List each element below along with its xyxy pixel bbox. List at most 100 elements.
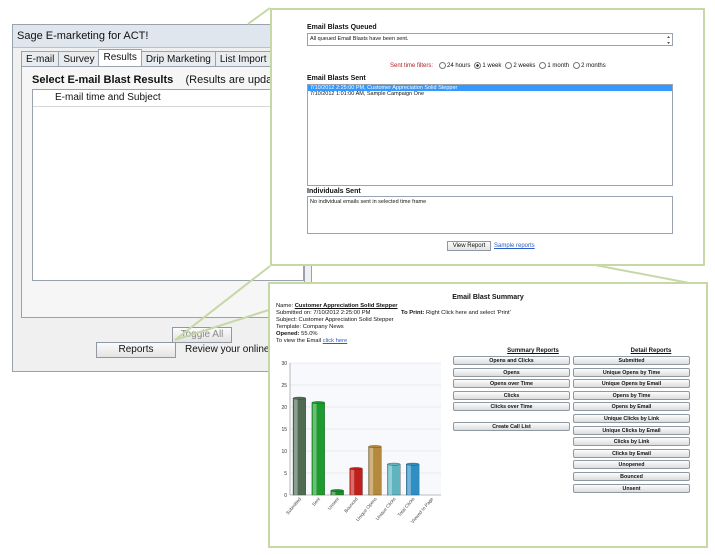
x-tick-label: Submitted — [285, 496, 302, 515]
filter-1-month[interactable]: 1 month — [539, 62, 569, 69]
bar-highlight — [369, 446, 374, 495]
summary-opens-over-time-button[interactable]: Opens over Time — [453, 379, 570, 389]
bar-top — [311, 401, 325, 404]
y-tick-label: 0 — [284, 493, 287, 499]
detail-unique-clicks-by-email-button[interactable]: Unique Clicks by Email — [573, 425, 690, 435]
y-tick-label: 20 — [281, 405, 287, 411]
results-pane: Select E-mail Blast Results (Results are… — [21, 66, 333, 343]
radio-1-week[interactable] — [474, 62, 482, 69]
y-tick-label: 5 — [284, 471, 287, 477]
x-tick-label: Sent — [311, 496, 321, 507]
bar-highlight — [388, 464, 392, 495]
detail-unique-clicks-by-link-button[interactable]: Unique Clicks by Link — [573, 414, 690, 423]
filter-1-week[interactable]: 1 week — [474, 62, 501, 69]
connector-line — [247, 7, 271, 25]
print-label: To Print: — [401, 310, 425, 316]
blast-summary-panel: Email Blast Summary Name: Customer Appre… — [268, 282, 708, 548]
view-email-text: To view the Email — [276, 338, 322, 344]
summary-bar-chart: 0 5 10 15 20 25 30 Submitted Sent Unsent Bounced Un… — [281, 361, 441, 524]
x-tick-label: Bounced — [343, 496, 359, 513]
name-label: Name: — [276, 303, 294, 309]
detail-opens-by-time-button[interactable]: Opens by Time — [573, 390, 690, 400]
sent-list[interactable]: 7/10/2012 2:25:00 PM, Customer Appreciat… — [307, 84, 673, 186]
results-list[interactable]: E-mail time and Subject — [32, 89, 304, 281]
radio-24-hours[interactable] — [439, 62, 447, 69]
view-email-link[interactable]: click here — [323, 338, 347, 344]
filter-2-months[interactable]: 2 months — [573, 62, 606, 69]
detail-unopened-button[interactable]: Unopened — [573, 460, 690, 470]
x-tick-label: Unsent — [327, 496, 341, 511]
detail-reports-title: Detail Reports — [630, 348, 672, 354]
sent-item[interactable]: 7/10/2012 1:01:00 AM, Sample Campaign On… — [308, 91, 672, 97]
detail-submitted-button[interactable]: Submitted — [573, 356, 690, 365]
summary-meta: Name: Customer Appreciation Solid Steppe… — [276, 303, 398, 345]
detail-clicks-by-email-button[interactable]: Clicks by Email — [573, 448, 690, 458]
y-tick-label: 15 — [281, 427, 287, 433]
bar-highlight — [294, 398, 298, 495]
print-text: Right Click here and select 'Print' — [426, 310, 511, 316]
x-tick-label: Total Clicks — [397, 496, 416, 518]
radio-1-month[interactable] — [539, 62, 547, 69]
y-tick-label: 30 — [281, 361, 287, 367]
bar-top — [406, 462, 420, 466]
tab-email[interactable]: E-mail — [21, 51, 60, 67]
template-text: Template: Company News — [276, 324, 344, 330]
detail-unsent-button[interactable]: Unsent — [573, 483, 690, 493]
tab-survey[interactable]: Survey — [58, 51, 100, 67]
radio-2-months[interactable] — [573, 62, 581, 69]
opened-label: Opened: — [276, 331, 300, 337]
bar-highlight — [407, 464, 411, 495]
review-text: Review your online re — [185, 344, 282, 355]
summary-title: Email Blast Summary — [452, 294, 524, 301]
filter-2-weeks[interactable]: 2 weeks — [505, 62, 535, 69]
queued-message: All queued Email Blasts have been sent. — [310, 36, 409, 42]
toggle-all-button[interactable]: Toggle All — [172, 327, 232, 343]
detail-unique-opens-by-time-button[interactable]: Unique Opens by Time — [573, 367, 690, 377]
time-filters: Sent time filters: 24 hours 1 week 2 wee… — [390, 62, 606, 69]
summary-opens-button[interactable]: Opens — [453, 367, 570, 377]
bar-top — [387, 462, 401, 466]
print-hint: To Print: Right Click here and select 'P… — [401, 310, 511, 316]
column-header-email-time-subject[interactable]: E-mail time and Subject — [33, 90, 303, 107]
x-tick-label: Unique Clicks — [375, 496, 397, 521]
bar-top — [349, 467, 363, 470]
queued-label: Email Blasts Queued — [307, 24, 377, 31]
tab-drip-marketing[interactable]: Drip Marketing — [140, 51, 216, 67]
window-title: Sage E-marketing for ACT! — [13, 25, 311, 48]
detail-bounced-button[interactable]: Bounced — [573, 472, 690, 481]
bar-highlight — [312, 402, 317, 495]
sent-label: Email Blasts Sent — [307, 75, 366, 82]
filter-24-hours[interactable]: 24 hours — [439, 62, 470, 69]
tab-bar: E-mail Survey Results Drip Marketing Lis… — [21, 49, 272, 67]
reports-button[interactable]: Reports — [96, 342, 176, 358]
individuals-message: No individual emails sent in selected ti… — [310, 199, 427, 205]
bar-top — [292, 396, 307, 400]
submitted-text: Submitted on: 7/10/2012 2:25:00 PM — [276, 310, 371, 316]
individuals-box[interactable]: No individual emails sent in selected ti… — [307, 196, 673, 234]
queued-box[interactable]: All queued Email Blasts have been sent. — [307, 33, 673, 46]
campaign-name: Customer Appreciation Solid Stepper — [294, 303, 398, 309]
scroll-arrows-icon[interactable] — [666, 35, 671, 45]
y-tick-label: 10 — [281, 449, 287, 455]
filters-label: Sent time filters: — [390, 62, 434, 69]
summary-opens-and-clicks-button[interactable]: Opens and Clicks — [453, 356, 570, 365]
app-window: Sage E-marketing for ACT! E-mail Survey … — [12, 24, 333, 372]
radio-2-weeks[interactable] — [505, 62, 513, 69]
y-tick-label: 25 — [281, 383, 287, 389]
detail-opens-by-email-button[interactable]: Opens by Email — [573, 402, 690, 412]
tab-results[interactable]: Results — [98, 49, 142, 67]
sample-reports-link[interactable]: Sample reports — [494, 243, 535, 249]
summary-reports-title: Summary Reports — [507, 348, 559, 354]
bar-top — [368, 445, 382, 448]
summary-clicks-over-time-button[interactable]: Clicks over Time — [453, 402, 570, 412]
create-call-list-button[interactable]: Create Call List — [453, 422, 570, 431]
summary-clicks-button[interactable]: Clicks — [453, 390, 570, 400]
detail-clicks-by-link-button[interactable]: Clicks by Link — [573, 437, 690, 447]
view-report-button[interactable]: View Report — [447, 241, 491, 251]
detail-unique-opens-by-email-button[interactable]: Unique Opens by Email — [573, 379, 690, 389]
tab-list-import[interactable]: List Import — [214, 51, 272, 67]
individuals-label: Individuals Sent — [307, 188, 361, 195]
subject-text: Subject: Customer Appreciation Solid Ste… — [276, 317, 394, 323]
opened-value: 55.0% — [301, 331, 318, 337]
bar-highlight — [350, 468, 355, 495]
